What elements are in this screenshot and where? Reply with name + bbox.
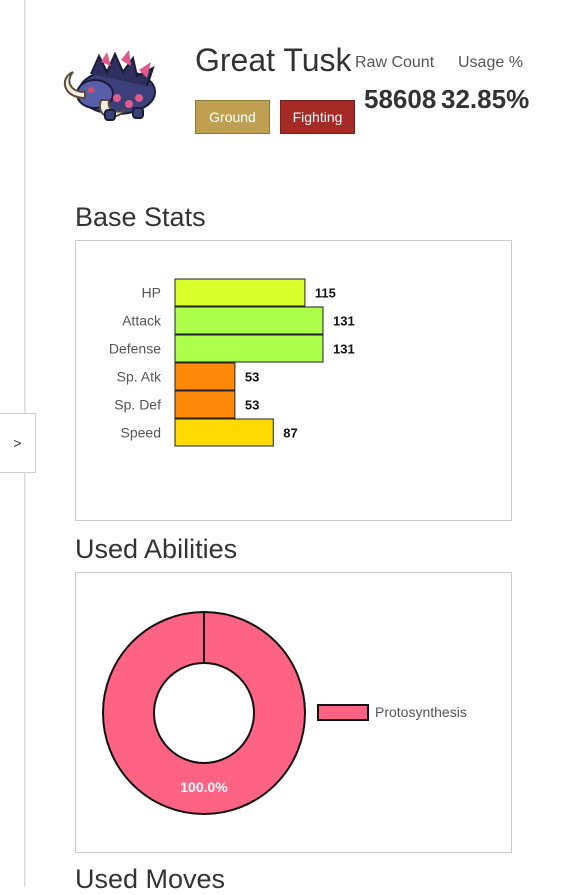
- pokemon-name: Great Tusk: [195, 42, 352, 78]
- bar-category-label: Defense: [109, 341, 161, 357]
- bar-category-label: Sp. Def: [114, 397, 161, 413]
- stat-bar: [174, 278, 306, 307]
- bar-value-label: 131: [333, 314, 355, 329]
- bar-value-label: 131: [333, 342, 355, 357]
- used-abilities-doughnut-chart: 100.0% Protosynthesis: [102, 611, 467, 815]
- usage-percent-label: Usage %: [458, 54, 523, 71]
- bar-category-label: HP: [142, 285, 161, 301]
- bar-value-label: 87: [283, 426, 297, 441]
- type-badge-ground[interactable]: Ground: [195, 100, 270, 134]
- type-badge-fighting[interactable]: Fighting: [280, 100, 355, 134]
- used-abilities-title: Used Abilities: [75, 534, 238, 564]
- doughnut-hole: [153, 662, 255, 764]
- legend-swatch: [317, 704, 369, 721]
- base-stats-chart: HP 115 Attack 131 Defense 131 Sp. Atk 53 Sp. Def…: [75, 240, 512, 521]
- stat-bar: [174, 362, 236, 391]
- stat-bar: [174, 390, 236, 419]
- bar-value-label: 53: [245, 398, 259, 413]
- raw-count-label: Raw Count: [355, 54, 435, 71]
- pokemon-sprite-icon: [63, 50, 156, 121]
- bar-category-label: Speed: [121, 425, 161, 441]
- bar-category-label: Attack: [122, 313, 162, 329]
- stat-bar: [174, 334, 324, 363]
- bar-value-label: 53: [245, 370, 259, 385]
- used-moves-title: Used Moves: [75, 864, 226, 894]
- base-stats-title: Base Stats: [75, 202, 206, 232]
- bar-category-label: Sp. Atk: [117, 369, 162, 385]
- raw-count-value: 58608: [364, 84, 437, 114]
- bar-value-label: 115: [315, 286, 336, 301]
- usage-percent-value: 32.85%: [441, 84, 530, 114]
- stat-bar: [174, 418, 274, 447]
- used-abilities-chart: 100.0% Protosynthesis: [75, 572, 512, 853]
- legend-label[interactable]: Protosynthesis: [375, 704, 467, 720]
- sidebar-toggle-button[interactable]: >: [0, 413, 36, 473]
- base-stats-bar-chart: HP 115 Attack 131 Defense 131 Sp. Atk 53 Sp. Def…: [109, 278, 355, 447]
- stat-bar: [174, 306, 324, 335]
- slice-percent-label: 100.0%: [180, 779, 228, 795]
